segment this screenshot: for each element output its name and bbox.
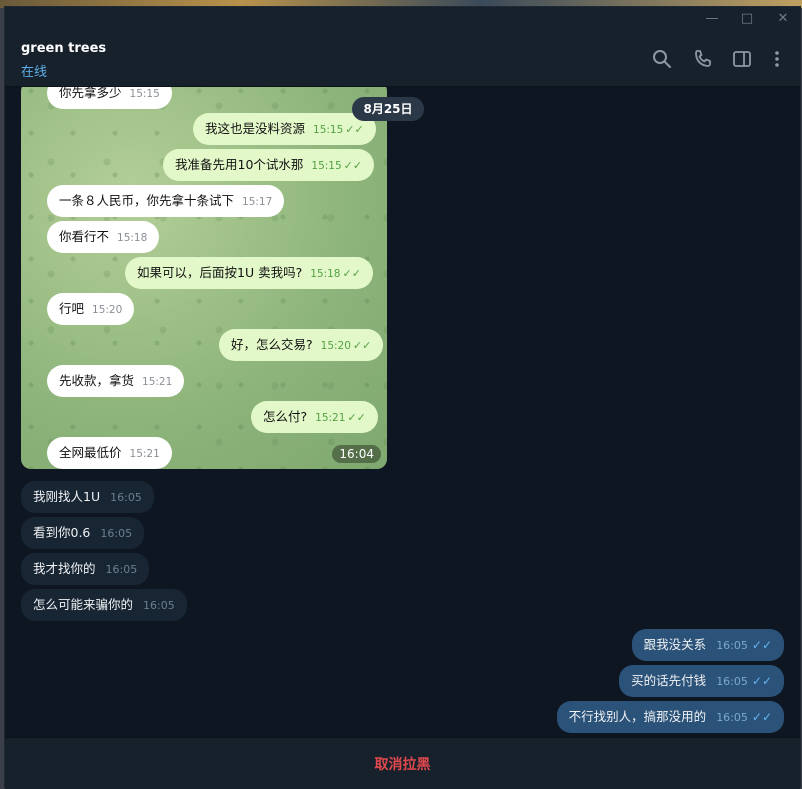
message-text: 我刚找人1U: [33, 489, 101, 504]
sidebar-toggle-icon[interactable]: [730, 47, 754, 71]
date-badge: 8月25日: [352, 97, 424, 121]
message-time: 15:21: [142, 376, 173, 388]
screenshot-message: 先收款，拿货 15:21: [47, 365, 185, 397]
message-text: 一条８人民币，你先拿十条试下: [59, 193, 235, 208]
message-time: 16:05: [716, 675, 748, 688]
message-list[interactable]: 你先拿多少 15:15 我这也是没料资源 15:15 ✓✓ 我准备先用10个试水那 15…: [5, 87, 800, 737]
message-time: 15:18: [117, 232, 148, 244]
double-check-icon: ✓✓: [343, 159, 363, 172]
message-text: 我才找你的: [33, 561, 96, 576]
message-text: 我这也是没料资源: [205, 121, 306, 136]
message-text: 我准备先用10个试水那: [175, 157, 304, 172]
more-vertical-icon[interactable]: [765, 47, 789, 71]
message-time: 15:18: [310, 268, 341, 280]
message-time: 16:05: [716, 639, 748, 652]
screenshot-message: 行吧 15:20: [47, 293, 135, 325]
incoming-message[interactable]: 怎么可能来骗你的 16:05: [21, 589, 187, 621]
message-text: 如果可以，后面按1U 卖我吗?: [137, 265, 303, 280]
message-text: 你看行不: [59, 229, 110, 244]
outgoing-message[interactable]: 跟我没关系 16:05 ✓✓: [631, 629, 784, 661]
message-time: 16:05: [100, 527, 133, 540]
message-text: 全网最低价: [59, 445, 122, 460]
message-text: 行吧: [59, 301, 85, 316]
message-time: 15:21: [315, 412, 346, 424]
message-time: 15:20: [320, 340, 351, 352]
double-check-icon: ✓✓: [347, 411, 366, 424]
screenshot-message: 如果可以，后面按1U 卖我吗? 15:18 ✓✓: [125, 257, 373, 289]
message-text: 好，怎么交易?: [231, 337, 313, 352]
online-status: 在线: [21, 65, 48, 80]
double-check-icon: ✓✓: [352, 339, 372, 352]
outgoing-message[interactable]: 不行找别人，搞那没用的 16:05 ✓✓: [556, 701, 784, 733]
message-text: 不行找别人，搞那没用的: [568, 709, 707, 724]
footer-bar: 取消拉黑: [5, 737, 800, 789]
message-time: 16:05: [143, 599, 175, 612]
screenshot-message: 怎么付? 15:21 ✓✓: [251, 401, 378, 433]
image-timestamp: 16:04: [332, 445, 381, 463]
unblock-button[interactable]: 取消拉黑: [375, 754, 431, 774]
screenshot-image[interactable]: 你先拿多少 15:15 我这也是没料资源 15:15 ✓✓ 我准备先用10个试水那 15…: [21, 87, 387, 469]
message-time: 15:17: [242, 196, 273, 208]
double-check-icon: ✓✓: [345, 123, 364, 136]
maximize-icon[interactable]: □: [736, 9, 758, 29]
incoming-message[interactable]: 我刚找人1U 16:05: [21, 481, 154, 513]
screenshot-message: 好，怎么交易? 15:20 ✓✓: [219, 329, 384, 361]
double-check-icon: ✓✓: [751, 710, 772, 724]
minimize-icon[interactable]: —: [701, 9, 723, 29]
message-text: 先收款，拿货: [59, 373, 135, 388]
incoming-message[interactable]: 我才找你的 16:05: [21, 553, 150, 585]
message-text: 怎么可能来骗你的: [33, 597, 134, 612]
message-time: 16:05: [105, 563, 138, 576]
outgoing-message[interactable]: 买的话先付钱 16:05 ✓✓: [619, 665, 784, 697]
message-text: 看到你0.6: [33, 525, 91, 540]
message-time: 15:15: [311, 160, 342, 172]
message-text: 怎么付?: [263, 409, 308, 424]
incoming-message[interactable]: 看到你0.6 16:05: [21, 517, 145, 549]
screenshot-message: 我这也是没料资源 15:15 ✓✓: [193, 113, 376, 145]
screenshot-message: 你看行不 15:18: [47, 221, 160, 253]
telegram-window: — □ ✕ green trees 在线 你先拿多少 15:15 我这也是没料资源…: [4, 6, 801, 789]
close-icon[interactable]: ✕: [772, 9, 794, 29]
message-time: 16:05: [110, 491, 142, 504]
chat-title[interactable]: green trees: [21, 41, 106, 56]
title-bar: — □ ✕: [5, 7, 800, 31]
message-time: 15:15: [129, 88, 160, 100]
message-text: 你先拿多少: [59, 87, 122, 100]
search-icon[interactable]: [650, 47, 674, 71]
double-check-icon: ✓✓: [751, 638, 772, 652]
message-text: 跟我没关系: [643, 637, 707, 652]
chat-header: green trees 在线: [5, 31, 800, 87]
message-text: 买的话先付钱: [631, 673, 707, 688]
message-time: 15:15: [313, 124, 344, 136]
screenshot-message: 一条８人民币，你先拿十条试下 15:17: [47, 185, 285, 217]
screenshot-message: 你先拿多少 15:15: [47, 87, 172, 109]
double-check-icon: ✓✓: [342, 267, 361, 280]
phone-icon[interactable]: [691, 47, 715, 71]
message-time: 16:05: [716, 711, 748, 724]
double-check-icon: ✓✓: [751, 674, 772, 688]
screenshot-message: 全网最低价 15:21: [47, 437, 172, 469]
message-time: 15:20: [92, 304, 123, 316]
screenshot-message: 我准备先用10个试水那 15:15 ✓✓: [163, 149, 375, 181]
message-time: 15:21: [129, 448, 160, 460]
